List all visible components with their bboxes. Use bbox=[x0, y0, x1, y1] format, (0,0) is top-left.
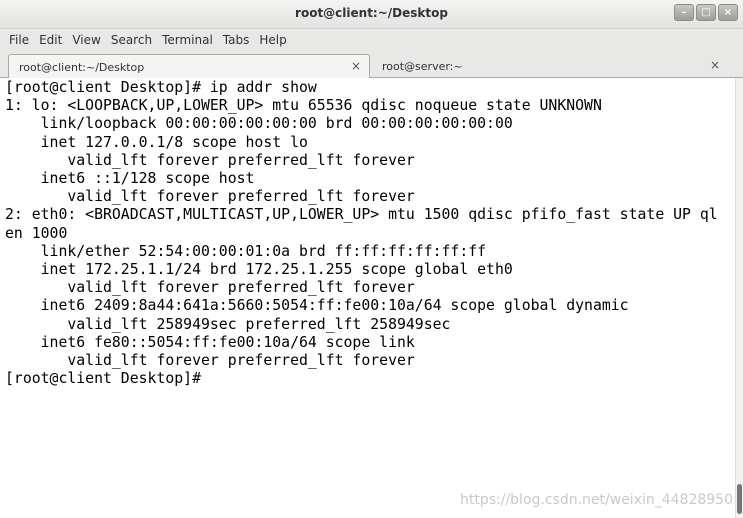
terminal-output: [root@client Desktop]# ip addr show 1: l… bbox=[0, 78, 735, 388]
terminal-line: inet6 2409:8a44:641a:5660:5054:ff:fe00:1… bbox=[5, 297, 629, 315]
tab-client-close-icon[interactable]: × bbox=[351, 59, 361, 73]
terminal-line: en 1000 bbox=[5, 224, 68, 242]
terminal-line: link/ether 52:54:00:00:01:0a brd ff:ff:f… bbox=[5, 242, 487, 260]
tab-client[interactable]: root@client:~/Desktop × bbox=[8, 54, 370, 78]
minimize-button[interactable]: – bbox=[674, 4, 694, 21]
terminal-line: link/loopback 00:00:00:00:00:00 brd 00:0… bbox=[5, 115, 513, 133]
terminal-line: inet6 ::1/128 scope host bbox=[5, 170, 255, 188]
close-button[interactable]: × bbox=[718, 4, 738, 21]
tab-server-label: root@server:~ bbox=[382, 60, 463, 73]
terminal-line: 1: lo: <LOOPBACK,UP,LOWER_UP> mtu 65536 … bbox=[5, 97, 602, 115]
menu-tabs[interactable]: Tabs bbox=[218, 33, 255, 47]
terminal-line: valid_lft 258949sec preferred_lft 258949… bbox=[5, 315, 451, 333]
terminal-prompt: [root@client Desktop]# bbox=[5, 370, 201, 388]
window-title: root@client:~/Desktop bbox=[295, 6, 448, 20]
terminal-line: inet6 fe80::5054:ff:fe00:10a/64 scope li… bbox=[5, 333, 415, 351]
menu-search[interactable]: Search bbox=[106, 33, 157, 47]
watermark: https://blog.csdn.net/weixin_44828950 bbox=[459, 492, 733, 508]
terminal-line: valid_lft forever preferred_lft forever bbox=[5, 352, 415, 370]
tab-client-label: root@client:~/Desktop bbox=[19, 61, 145, 74]
maximize-button[interactable]: □ bbox=[696, 4, 716, 21]
terminal-line: valid_lft forever preferred_lft forever bbox=[5, 188, 415, 206]
menu-file[interactable]: File bbox=[4, 33, 34, 47]
terminal-line: inet 127.0.0.1/8 scope host lo bbox=[5, 133, 308, 151]
tab-server[interactable]: root@server:~ × bbox=[372, 54, 728, 78]
window-controls: – □ × bbox=[674, 4, 738, 21]
scrollbar-thumb[interactable] bbox=[737, 484, 742, 514]
terminal-line: inet 172.25.1.1/24 brd 172.25.1.255 scop… bbox=[5, 261, 513, 279]
tab-bar: root@client:~/Desktop × root@server:~ × bbox=[0, 52, 743, 78]
menu-view[interactable]: View bbox=[67, 33, 105, 47]
menu-terminal[interactable]: Terminal bbox=[157, 33, 218, 47]
menu-edit[interactable]: Edit bbox=[34, 33, 67, 47]
terminal-line: 2: eth0: <BROADCAST,MULTICAST,UP,LOWER_U… bbox=[5, 206, 718, 224]
vertical-scrollbar[interactable] bbox=[735, 78, 743, 518]
terminal-area[interactable]: [root@client Desktop]# ip addr show 1: l… bbox=[0, 78, 735, 518]
menu-bar: File Edit View Search Terminal Tabs Help bbox=[0, 29, 743, 50]
title-bar: root@client:~/Desktop – □ × bbox=[0, 0, 743, 29]
terminal-line: valid_lft forever preferred_lft forever bbox=[5, 279, 415, 297]
tab-server-close-icon[interactable]: × bbox=[710, 58, 720, 72]
menu-help[interactable]: Help bbox=[254, 33, 291, 47]
terminal-line: valid_lft forever preferred_lft forever bbox=[5, 151, 415, 169]
terminal-line: [root@client Desktop]# ip addr show bbox=[5, 79, 317, 96]
